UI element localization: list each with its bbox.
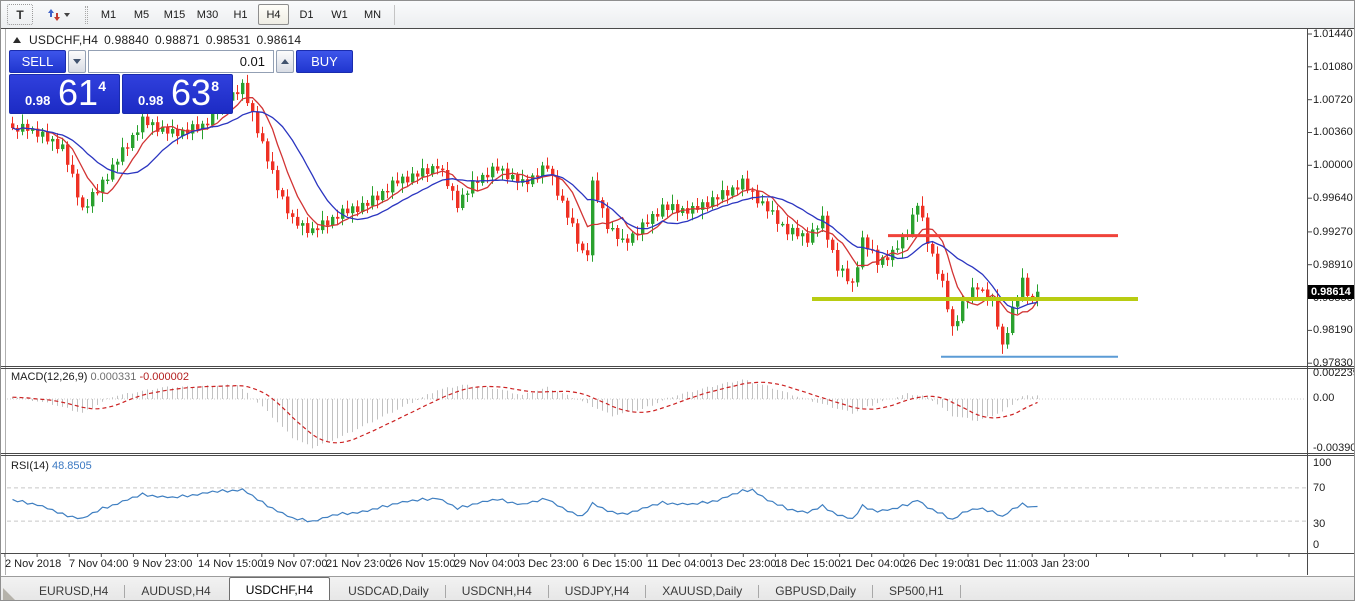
timeframe-button-h1[interactable]: H1	[225, 4, 256, 25]
panel-divider	[1, 553, 1355, 554]
time-axis-label: 3 Dec 23:00	[519, 558, 578, 570]
timeframe-button-mn[interactable]: MN	[357, 4, 388, 25]
time-axis-label: 19 Nov 07:00	[262, 558, 327, 570]
price-axis-label: 0.98190	[1313, 324, 1353, 336]
macd-name: MACD(12,26,9)	[11, 371, 87, 383]
tab-corner-icon	[3, 588, 17, 601]
ohlc-high: 0.98871	[155, 33, 200, 47]
timeframe-button-d1[interactable]: D1	[291, 4, 322, 25]
spin-down-icon	[73, 59, 81, 64]
panel-divider	[1, 368, 1355, 369]
timeframe-button-m15[interactable]: M15	[159, 4, 190, 25]
chevron-down-icon	[64, 13, 70, 17]
symbol-marker-icon	[13, 37, 21, 43]
timeframe-button-m5[interactable]: M5	[126, 4, 157, 25]
price-axis-label: 1.01080	[1313, 61, 1353, 73]
timeframe-button-m1[interactable]: M1	[93, 4, 124, 25]
buy-quote-box[interactable]: 0.98 63 8	[122, 74, 233, 114]
time-axis-label: 3 Jan 23:00	[1032, 558, 1090, 570]
trading-terminal-window: T M1 M5 M15 M30 H1 H4 D1 W1 MN USDCHF,H4…	[0, 0, 1355, 601]
macd-main-value: 0.000331	[90, 371, 136, 383]
symbol-title: USDCHF,H4	[29, 33, 98, 47]
buy-price-point: 8	[211, 78, 219, 94]
time-axis-label: 26 Dec 19:00	[904, 558, 969, 570]
lot-size-input[interactable]	[88, 50, 274, 73]
time-axis-label: 26 Nov 15:00	[390, 558, 455, 570]
panel-divider	[1, 455, 1355, 456]
price-axis-label: 1.00720	[1313, 94, 1353, 106]
price-axis-label: 0.98910	[1313, 259, 1353, 271]
sell-quote-box[interactable]: 0.98 61 4	[9, 74, 120, 114]
time-axis-label: 31 Dec 11:00	[968, 558, 1033, 570]
time-axis-label: 21 Nov 23:00	[326, 558, 391, 570]
rsi-value: 48.8505	[52, 460, 92, 472]
tab-sp500-h1[interactable]: SP500,H1	[873, 580, 960, 601]
lot-increase-button[interactable]	[276, 50, 294, 73]
tab-xauusd-daily[interactable]: XAUUSD,Daily	[646, 580, 758, 601]
rsi-axis-label: 70	[1313, 482, 1325, 494]
time-axis-label: 18 Dec 15:00	[775, 558, 840, 570]
spin-up-icon	[281, 59, 289, 64]
tab-eurusd-h4[interactable]: EURUSD,H4	[23, 580, 124, 601]
timeframe-button-h4[interactable]: H4	[258, 4, 289, 25]
one-click-trading-panel: SELL BUY 0.98 61 4 0.98 63 8	[9, 50, 233, 114]
sell-price-prefix: 0.98	[25, 93, 50, 108]
tab-separator	[960, 585, 961, 598]
panel-divider[interactable]	[1, 366, 1355, 367]
chart-header: USDCHF,H4 0.98840 0.98871 0.98531 0.9861…	[13, 33, 301, 47]
time-axis-label: 9 Nov 23:00	[133, 558, 192, 570]
time-axis-label: 7 Nov 04:00	[69, 558, 128, 570]
macd-signal-value: -0.000002	[139, 371, 189, 383]
time-axis-label: 13 Dec 23:00	[711, 558, 776, 570]
toolbar-separator	[394, 5, 395, 25]
toolbar: T M1 M5 M15 M30 H1 H4 D1 W1 MN	[1, 1, 1355, 29]
current-price-box: 0.98614	[1308, 285, 1355, 299]
toolbar-grip	[85, 6, 88, 24]
window-left-frame	[5, 29, 6, 575]
time-axis-label: 2 Nov 2018	[5, 558, 61, 570]
rsi-axis-label: 100	[1313, 457, 1331, 469]
time-axis-label: 14 Nov 15:00	[198, 558, 263, 570]
tab-usdjpy-h4[interactable]: USDJPY,H4	[549, 580, 645, 601]
arrange-arrows-button[interactable]	[42, 4, 76, 25]
panel-divider[interactable]	[1, 453, 1355, 454]
macd-label: MACD(12,26,9) 0.000331 -0.000002	[11, 371, 189, 383]
tab-usdchf-h4[interactable]: USDCHF,H4	[229, 577, 330, 601]
timeframe-button-w1[interactable]: W1	[324, 4, 355, 25]
price-axis-label: 0.99640	[1313, 192, 1353, 204]
timeframe-button-m30[interactable]: M30	[192, 4, 223, 25]
lot-decrease-button[interactable]	[68, 50, 86, 73]
time-axis-label: 29 Nov 04:00	[454, 558, 519, 570]
ohlc-close: 0.98614	[257, 33, 302, 47]
text-tool-button[interactable]: T	[7, 4, 33, 25]
price-axis-label: 1.01440	[1313, 28, 1353, 40]
time-axis-label: 21 Dec 04:00	[840, 558, 905, 570]
price-axis-label: 1.00360	[1313, 126, 1353, 138]
tab-audusd-h4[interactable]: AUDUSD,H4	[125, 580, 226, 601]
rsi-axis-label: 0	[1313, 539, 1319, 551]
sell-price-point: 4	[98, 78, 106, 94]
rsi-axis-label: 30	[1313, 518, 1325, 530]
buy-price-pips: 63	[171, 72, 211, 114]
tab-usdcad-daily[interactable]: USDCAD,Daily	[332, 580, 445, 601]
buy-button[interactable]: BUY	[296, 50, 353, 73]
tab-gbpusd-daily[interactable]: GBPUSD,Daily	[759, 580, 872, 601]
sell-button[interactable]: SELL	[9, 50, 66, 73]
macd-axis-label: 0.00	[1313, 392, 1334, 404]
ohlc-open: 0.98840	[104, 33, 149, 47]
panel-divider	[1, 28, 1355, 29]
time-axis-label: 11 Dec 04:00	[647, 558, 712, 570]
tab-usdcnh-h4[interactable]: USDCNH,H4	[446, 580, 548, 601]
arrows-icon	[48, 8, 60, 22]
rsi-label: RSI(14) 48.8505	[11, 460, 92, 472]
price-axis-label: 0.99270	[1313, 226, 1353, 238]
time-axis-label: 6 Dec 15:00	[583, 558, 642, 570]
buy-price-prefix: 0.98	[138, 93, 163, 108]
ohlc-low: 0.98531	[206, 33, 251, 47]
price-axis-label: 1.00000	[1313, 159, 1353, 171]
rsi-name: RSI(14)	[11, 460, 49, 472]
sell-price-pips: 61	[58, 72, 98, 114]
chart-tab-bar: EURUSD,H4 AUDUSD,H4 USDCHF,H4 USDCAD,Dai…	[1, 576, 1355, 601]
